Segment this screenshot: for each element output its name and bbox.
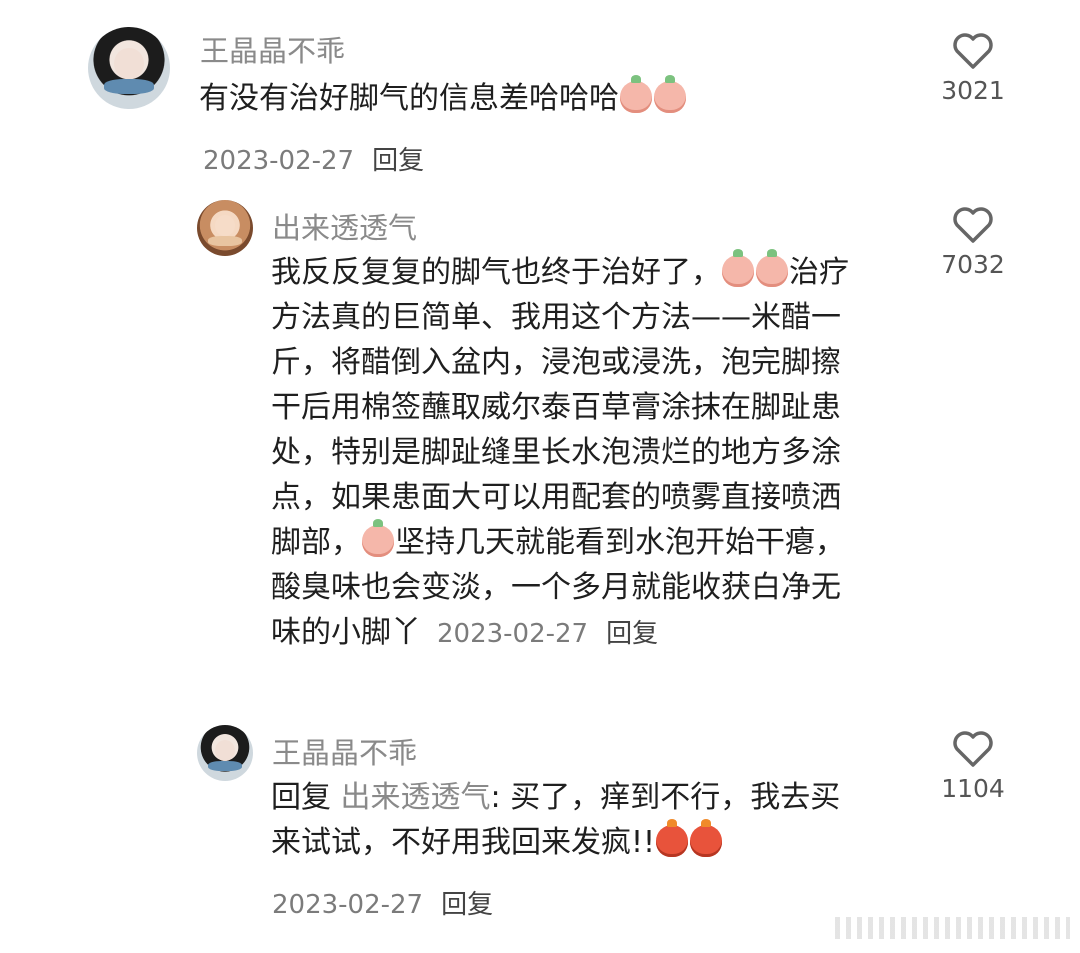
comment-text: 有没有治好脚气的信息差哈哈哈 — [199, 75, 687, 121]
avatar-face — [214, 214, 236, 236]
reply-prefix: 回复 — [271, 780, 331, 815]
like-count: 3021 — [941, 76, 1005, 105]
reply-button[interactable]: 回复 — [441, 890, 493, 920]
watermark — [835, 917, 1070, 939]
reply-button[interactable]: 回复 — [606, 619, 658, 649]
comment-username[interactable]: 王晶晶不乖 — [200, 28, 345, 70]
comment-text-line: 脚部， 坚持几天就能看到水泡开始干瘪， — [271, 519, 849, 565]
comment-date: 2023-02-27 — [203, 146, 355, 176]
comment-text-line: 来试试，不好用我回来发疯!! — [271, 819, 840, 865]
comment-text-segment: : 买了，痒到不行，我去买 — [490, 780, 841, 815]
comment-text-segment: 我反反复复的脚气也终于治好了， — [271, 255, 721, 290]
like-count: 7032 — [941, 250, 1005, 279]
comment-text-line: 干后用棉签蘸取威尔泰百草膏涂抹在脚趾患 — [271, 390, 841, 425]
avatar-scarf — [104, 79, 154, 95]
comment-text-line: 方法真的巨简单、我用这个方法——米醋一 — [271, 300, 841, 335]
comment-text: 我反反复复的脚气也终于治好了， 治疗 方法真的巨简单、我用这个方法——米醋一 斤，… — [271, 249, 849, 657]
comment-text-line: 我反反复复的脚气也终于治好了， 治疗 — [271, 249, 849, 295]
peach-laugh-cry-emoji — [620, 75, 652, 113]
avatar-scarf — [208, 760, 242, 771]
avatar[interactable] — [197, 725, 253, 781]
comment-text-line: 斤，将醋倒入盆内，浸泡或浸洗，泡完脚擦 — [271, 345, 841, 380]
comment-date: 2023-02-27 — [437, 619, 589, 649]
comment-text-line: 回复 出来透透气: 买了，痒到不行，我去买 — [271, 775, 840, 820]
comment-text-line: 有没有治好脚气的信息差哈哈哈 — [199, 81, 619, 116]
comment-text-segment: 来试试，不好用我回来发疯!! — [271, 825, 656, 860]
avatar[interactable] — [88, 27, 170, 109]
comment-text-line: 酸臭味也会变淡，一个多月就能收获白净无 — [271, 570, 841, 605]
heart-outline-icon — [953, 207, 993, 243]
comment-username[interactable]: 出来透透气 — [272, 205, 417, 247]
peach-laugh-cry-emoji — [654, 75, 686, 113]
comment-text-segment: 治疗 — [789, 255, 849, 290]
comment-text-line: 味的小脚丫 2023-02-27 回复 — [271, 610, 849, 657]
comment-username[interactable]: 王晶晶不乖 — [272, 730, 417, 772]
like-button[interactable]: 7032 — [928, 206, 1018, 279]
peach-thinking-emoji — [362, 519, 394, 557]
like-count: 1104 — [941, 774, 1005, 803]
peach-shy-emoji — [756, 249, 788, 287]
avatar-face — [214, 739, 236, 761]
angry-face-emoji — [656, 819, 689, 857]
comment-text-segment: 味的小脚丫 — [271, 615, 421, 650]
comment-date: 2023-02-27 — [272, 890, 424, 920]
peach-shy-emoji — [722, 249, 754, 287]
comment-text-line: 点，如果患面大可以用配套的喷雾直接喷洒 — [271, 480, 841, 515]
comment-text-line: 处，特别是脚趾缝里长水泡溃烂的地方多涂 — [271, 435, 841, 470]
heart-outline-icon — [953, 731, 993, 767]
avatar[interactable] — [197, 200, 253, 256]
like-button[interactable]: 1104 — [928, 730, 1018, 803]
avatar-scarf — [208, 235, 242, 246]
heart-outline-icon — [953, 33, 993, 69]
angry-face-emoji — [690, 819, 723, 857]
comment-text-segment: 坚持几天就能看到水泡开始干瘪， — [395, 525, 845, 560]
comment-meta: 2023-02-27 回复 — [203, 140, 424, 177]
mention-link[interactable]: 出来透透气 — [341, 780, 491, 815]
reply-button[interactable]: 回复 — [372, 146, 424, 176]
comment-text: 回复 出来透透气: 买了，痒到不行，我去买 来试试，不好用我回来发疯!! — [271, 775, 840, 865]
comment-text-segment: 脚部， — [271, 525, 361, 560]
comment-meta: 2023-02-27 回复 — [437, 619, 658, 649]
avatar-face — [114, 48, 144, 80]
like-button[interactable]: 3021 — [928, 32, 1018, 105]
comment-meta: 2023-02-27 回复 — [272, 884, 493, 921]
